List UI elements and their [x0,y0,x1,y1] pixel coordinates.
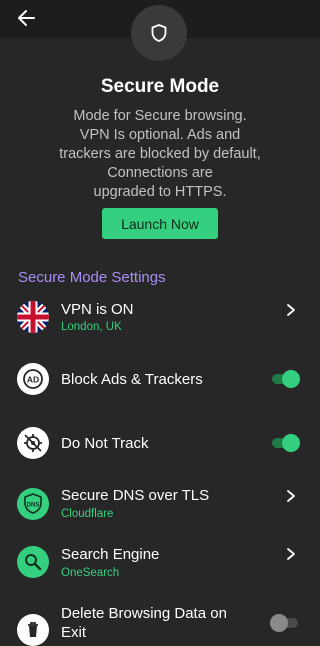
description-line: upgraded to HTTPS. [93,184,227,200]
dns-shield-icon: DNS [17,488,49,520]
setting-row-block-ads[interactable]: AD Block Ads & Trackers [0,362,320,398]
setting-sublabel: Cloudflare [61,508,114,520]
uk-flag-icon [17,301,49,333]
search-icon [17,546,49,578]
svg-text:DNS: DNS [27,503,40,509]
mode-description: Mode for Secure browsing. VPN Is optiona… [40,107,280,202]
back-button[interactable] [14,5,40,31]
block-ads-toggle[interactable] [270,370,300,388]
setting-row-search-engine[interactable]: Search Engine OneSearch [0,543,320,585]
back-arrow-icon [18,10,35,26]
section-title: Secure Mode Settings [18,269,166,286]
chevron-right-icon [287,490,295,502]
setting-row-do-not-track[interactable]: Do Not Track [0,426,320,462]
toggle-knob [270,614,288,632]
setting-row-delete-browsing-data[interactable]: Delete Browsing Data on Exit [0,604,320,646]
ad-block-icon: AD [17,363,49,395]
description-line: VPN Is optional. Ads and [79,127,241,143]
description-line: Connections are [107,165,213,181]
setting-sublabel: London, UK [61,321,122,333]
page-title: Secure Mode [100,76,220,97]
setting-label: Search Engine [61,546,160,563]
secure-mode-badge [131,5,187,61]
do-not-track-icon [17,427,49,459]
setting-label: VPN is ON [61,301,134,318]
delete-data-toggle[interactable] [270,614,300,632]
launch-now-button[interactable]: Launch Now [102,208,218,239]
setting-sublabel: OneSearch [61,567,120,579]
shield-icon [151,24,167,42]
setting-row-vpn[interactable]: VPN is ON London, UK [0,298,320,340]
setting-label: Block Ads & Trackers [61,371,203,388]
description-line: trackers are blocked by default, [59,146,261,162]
toggle-knob [282,434,300,452]
setting-label: Delete Browsing Data on [61,605,227,622]
chevron-right-icon [287,548,295,560]
trash-icon [17,614,49,646]
do-not-track-toggle[interactable] [270,434,300,452]
setting-label-line2: Exit [61,624,87,641]
setting-row-secure-dns[interactable]: DNS Secure DNS over TLS Cloudflare [0,485,320,527]
toggle-knob [282,370,300,388]
chevron-right-icon [287,304,295,316]
svg-text:AD: AD [27,375,39,385]
setting-label: Secure DNS over TLS [61,487,210,504]
description-line: Mode for Secure browsing. [73,108,247,124]
setting-label: Do Not Track [61,435,149,452]
